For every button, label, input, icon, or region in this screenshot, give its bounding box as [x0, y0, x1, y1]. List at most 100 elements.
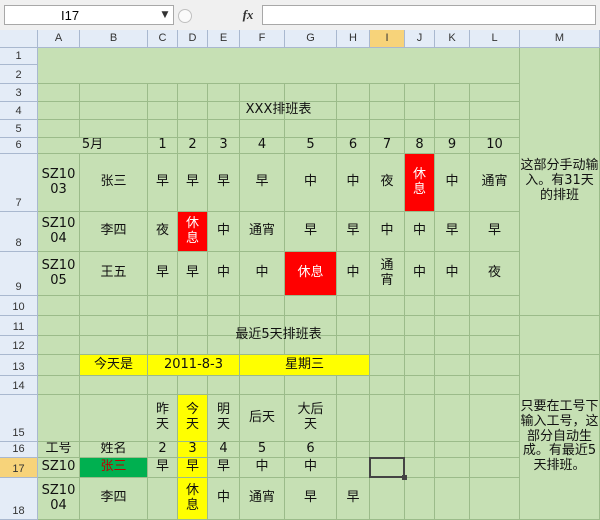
employee-name[interactable]: 李四	[80, 212, 148, 252]
empty-cell[interactable]	[370, 395, 405, 442]
column-header-G[interactable]: G	[285, 30, 337, 48]
row-header-4[interactable]: 4	[0, 102, 38, 120]
relative-day-header[interactable]: 明 天	[208, 395, 240, 442]
shift-cell[interactable]: 早	[208, 154, 240, 212]
row-header-3[interactable]: 3	[0, 84, 38, 102]
shift-cell[interactable]: 早	[470, 212, 520, 252]
column-header-I[interactable]: I	[370, 30, 405, 48]
row-header-9[interactable]: 9	[0, 252, 38, 296]
shift-cell[interactable]: 早	[435, 212, 470, 252]
row-header-1[interactable]: 1	[0, 48, 38, 65]
employee-name[interactable]: 王五	[80, 252, 148, 296]
day-number[interactable]: 2	[148, 442, 178, 458]
column-header-C[interactable]: C	[148, 30, 178, 48]
empty-cell[interactable]	[80, 296, 148, 316]
empty-cell[interactable]	[80, 376, 148, 395]
row-header-12[interactable]: 12	[0, 336, 38, 355]
day-header-3[interactable]: 3	[208, 138, 240, 154]
employee-id[interactable]: SZ10 04	[38, 212, 80, 252]
empty-cell[interactable]	[337, 442, 370, 458]
relative-day-header[interactable]: 今 天	[178, 395, 208, 442]
empty-cell[interactable]	[178, 296, 208, 316]
row-header-5[interactable]: 5	[0, 120, 38, 138]
day-number[interactable]: 4	[208, 442, 240, 458]
row-header-13[interactable]: 13	[0, 355, 38, 376]
empty-cell[interactable]	[435, 376, 470, 395]
empty-cell[interactable]	[405, 458, 435, 478]
shift-cell[interactable]: 通宵	[240, 212, 285, 252]
day-header-5[interactable]: 5	[285, 138, 337, 154]
day-header-1[interactable]: 1	[148, 138, 178, 154]
row-header-18[interactable]: 18	[0, 478, 38, 520]
empty-cell[interactable]	[285, 296, 337, 316]
row-header-6[interactable]: 6	[0, 138, 38, 154]
empty-cell[interactable]	[435, 478, 470, 520]
empty-cell[interactable]	[435, 442, 470, 458]
shift-cell[interactable]: 中	[435, 154, 470, 212]
empty-cell[interactable]	[405, 442, 435, 458]
blank-header-area[interactable]	[38, 48, 520, 84]
empty-cell[interactable]	[435, 355, 470, 376]
empty-cell[interactable]	[337, 395, 370, 442]
column-header-J[interactable]: J	[405, 30, 435, 48]
shift-cell[interactable]: 休 息	[405, 154, 435, 212]
shift-cell[interactable]: 通宵	[240, 478, 285, 520]
row-header-2[interactable]: 2	[0, 65, 38, 84]
name-header[interactable]: 姓名	[80, 442, 148, 458]
day-header-8[interactable]: 8	[405, 138, 435, 154]
shift-cell[interactable]	[148, 478, 178, 520]
shift-cell[interactable]: 中	[370, 212, 405, 252]
empty-cell[interactable]	[240, 296, 285, 316]
empty-cell[interactable]	[470, 355, 520, 376]
today-label[interactable]: 今天是	[80, 355, 148, 376]
relative-day-header[interactable]: 大后 天	[285, 395, 337, 442]
day-number[interactable]: 6	[285, 442, 337, 458]
auto-generate-note[interactable]: 只要在工号下输入工号，这部分自动生成。有最近5天排班。	[520, 355, 600, 520]
empty-cell[interactable]	[38, 376, 80, 395]
day-number[interactable]: 3	[178, 442, 208, 458]
shift-cell[interactable]: 通宵	[470, 154, 520, 212]
shift-cell[interactable]: 中	[337, 252, 370, 296]
empty-cell[interactable]	[405, 296, 435, 316]
empty-cell[interactable]	[148, 376, 178, 395]
shift-cell[interactable]: 中	[405, 252, 435, 296]
employee-id[interactable]: SZ10 05	[38, 252, 80, 296]
empty-cell[interactable]	[240, 376, 285, 395]
empty-cell[interactable]	[470, 442, 520, 458]
day-header-2[interactable]: 2	[178, 138, 208, 154]
empty-cell[interactable]	[470, 458, 520, 478]
month-label[interactable]: 5月	[38, 138, 148, 154]
employee-name-auto[interactable]: 张三	[80, 458, 148, 478]
column-header-A[interactable]: A	[38, 30, 80, 48]
empty-cell[interactable]	[405, 355, 435, 376]
row-header-16[interactable]: 16	[0, 442, 38, 458]
empty-cell[interactable]	[470, 395, 520, 442]
employee-name[interactable]: 张三	[80, 154, 148, 212]
today-date[interactable]: 2011-8-3	[148, 355, 240, 376]
day-header-10[interactable]: 10	[470, 138, 520, 154]
shift-cell[interactable]: 早	[148, 154, 178, 212]
empty-cell[interactable]	[435, 395, 470, 442]
empty-cell[interactable]	[435, 296, 470, 316]
day-header-7[interactable]: 7	[370, 138, 405, 154]
empty-cell[interactable]	[470, 376, 520, 395]
empty-cell[interactable]	[435, 458, 470, 478]
row-header-14[interactable]: 14	[0, 376, 38, 395]
empty-cell[interactable]	[337, 296, 370, 316]
shift-cell[interactable]: 早	[337, 478, 370, 520]
active-cell-selection[interactable]	[369, 457, 405, 478]
recent-schedule-title[interactable]: 最近5天排班表	[38, 316, 520, 355]
column-header-B[interactable]: B	[80, 30, 148, 48]
shift-cell[interactable]: 中	[285, 458, 337, 478]
empty-cell[interactable]	[470, 478, 520, 520]
id-header[interactable]: 工号	[38, 442, 80, 458]
empty-cell[interactable]	[405, 478, 435, 520]
row-header-15[interactable]: 15	[0, 395, 38, 442]
row-header-11[interactable]: 11	[0, 316, 38, 336]
empty-cell[interactable]	[208, 376, 240, 395]
shift-cell[interactable]: 夜	[148, 212, 178, 252]
column-header-H[interactable]: H	[337, 30, 370, 48]
empty-cell[interactable]	[370, 296, 405, 316]
empty-cell[interactable]	[370, 478, 405, 520]
shift-cell[interactable]: 夜	[370, 154, 405, 212]
